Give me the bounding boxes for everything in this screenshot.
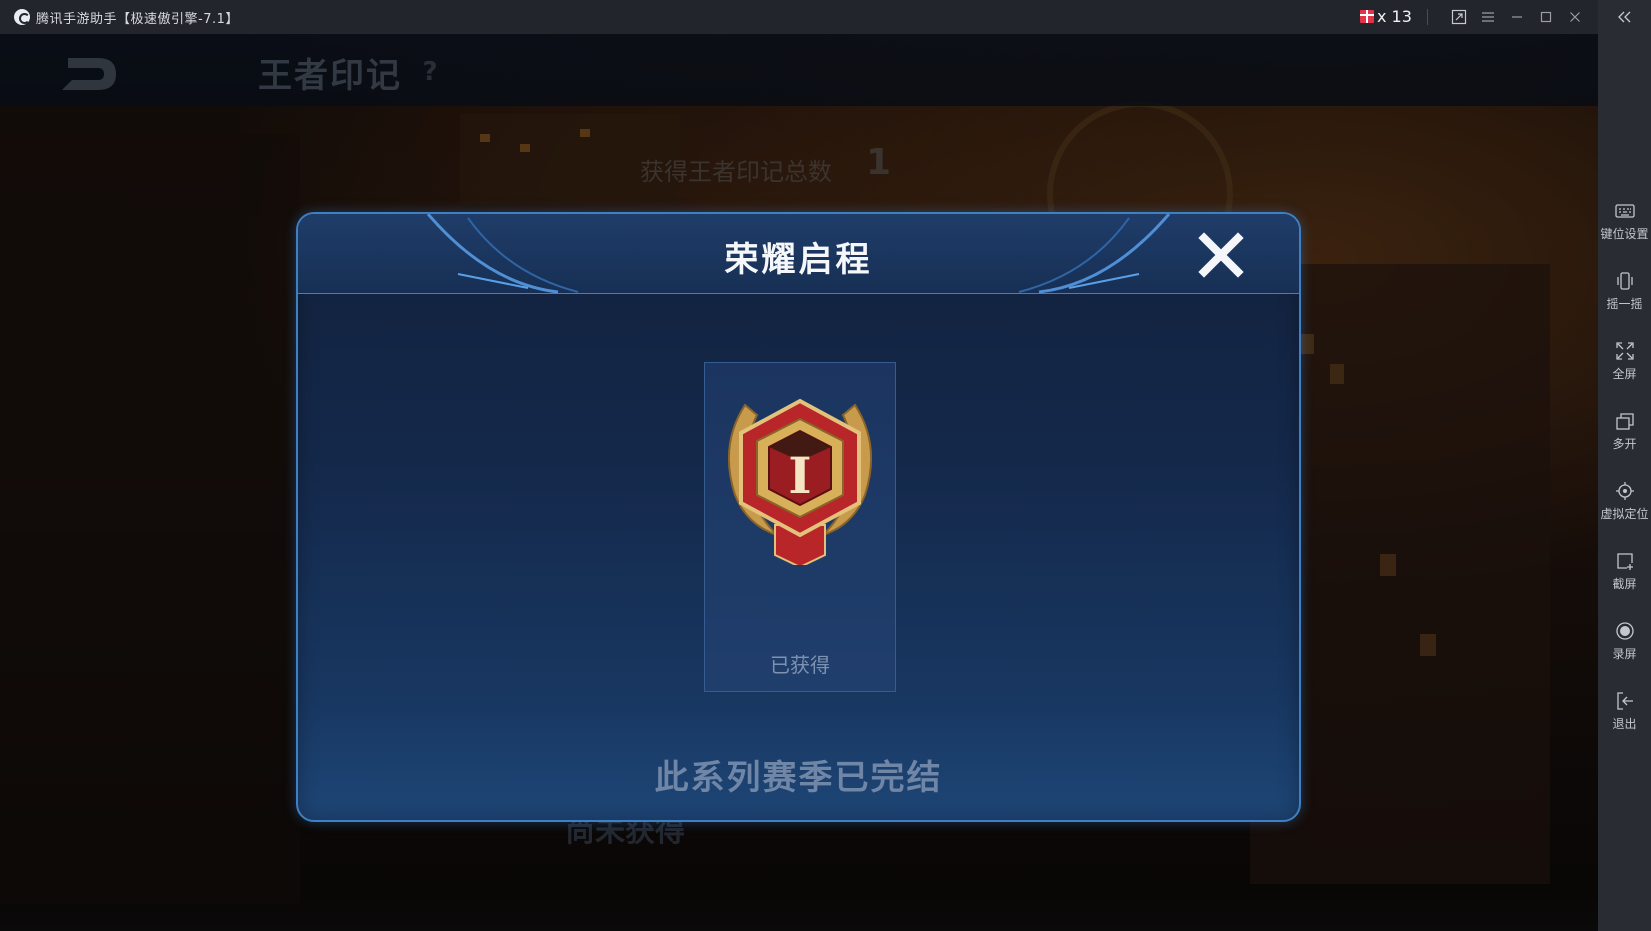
modal-title: 荣耀启程 <box>724 240 873 280</box>
keyboard-icon <box>1614 200 1636 222</box>
screenshot-icon <box>1614 550 1636 572</box>
app-logo-icon <box>14 9 30 25</box>
sidebar-item-label: 退出 <box>1612 717 1637 731</box>
menu-button[interactable] <box>1477 6 1499 28</box>
maximize-button[interactable] <box>1535 6 1557 28</box>
sidebar-item-label: 录屏 <box>1612 647 1637 661</box>
mark-card[interactable]: I 已获得 <box>704 362 896 692</box>
card-status-label: 已获得 <box>770 653 830 677</box>
badge-numeral: I <box>788 446 811 505</box>
sidebar-item-exit[interactable]: 退出 <box>1598 690 1651 750</box>
sidebar-item-virtual-location[interactable]: 虚拟定位 <box>1598 480 1651 540</box>
sidebar-item-keymapping[interactable]: 键位设置 <box>1598 200 1651 260</box>
title-bar: 腾讯手游助手【极速傲引擎-7.1】 x 13 <box>0 0 1598 34</box>
season-ended-text: 此系列赛季已完结 <box>654 758 943 798</box>
sidebar-item-fullscreen[interactable]: 全屏 <box>1598 340 1651 400</box>
gift-button[interactable]: x 13 <box>1360 7 1412 26</box>
shake-icon <box>1614 270 1636 292</box>
sidebar-item-label: 虚拟定位 <box>1600 507 1649 521</box>
close-icon <box>1198 232 1244 278</box>
menu-icon <box>1482 12 1494 22</box>
minimize-button[interactable] <box>1506 6 1528 28</box>
record-icon <box>1614 620 1636 642</box>
sidebar-item-label: 全屏 <box>1612 367 1637 381</box>
double-chevron-left-icon <box>1617 11 1630 23</box>
location-icon <box>1614 480 1636 502</box>
sidebar-item-label: 截屏 <box>1612 577 1637 591</box>
close-window-button[interactable] <box>1564 6 1586 28</box>
season-modal: 荣耀启程 I 已获得 此系列赛季已完结 <box>296 212 1301 822</box>
sidebar-item-shake[interactable]: 摇一摇 <box>1598 270 1651 330</box>
exit-icon <box>1614 690 1636 712</box>
title-separator <box>1427 9 1428 25</box>
sidebar-item-label: 键位设置 <box>1600 227 1649 241</box>
pin-window-button[interactable] <box>1448 6 1470 28</box>
maximize-icon <box>1540 11 1552 23</box>
minimize-icon <box>1512 16 1522 18</box>
gift-count: x 13 <box>1377 7 1412 26</box>
right-sidebar: 键位设置 摇一摇 全屏 多开 虚拟定位 截屏 录屏 退出 <box>1598 0 1651 931</box>
pin-window-icon <box>1451 9 1467 25</box>
rank-badge-icon: I <box>727 398 873 565</box>
sidebar-item-label: 多开 <box>1612 437 1637 451</box>
gift-icon <box>1360 10 1374 23</box>
close-modal-button[interactable] <box>1198 232 1244 278</box>
fullscreen-icon <box>1614 340 1636 362</box>
window-title: 腾讯手游助手【极速傲引擎-7.1】 <box>36 11 239 27</box>
sidebar-item-multi-instance[interactable]: 多开 <box>1598 410 1651 470</box>
game-viewport: 王者印记 ? 获得王者印记总数 1 尚未获得 荣耀启程 I 已获得 此系列赛季已… <box>0 34 1598 931</box>
collapse-sidebar-button[interactable] <box>1598 8 1651 30</box>
sidebar-item-label: 摇一摇 <box>1606 297 1643 311</box>
multi-instance-icon <box>1614 410 1636 432</box>
close-window-icon <box>1570 12 1580 22</box>
sidebar-item-screenshot[interactable]: 截屏 <box>1598 550 1651 610</box>
sidebar-item-record[interactable]: 录屏 <box>1598 620 1651 680</box>
